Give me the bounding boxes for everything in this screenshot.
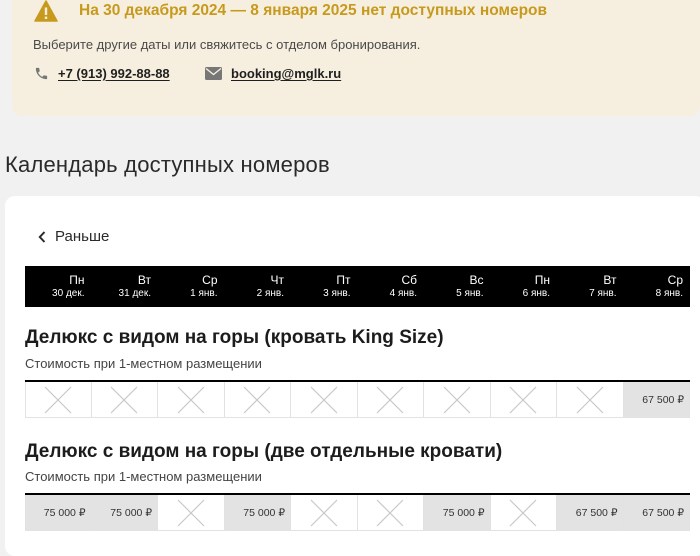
unavailable-x-icon [443,386,471,413]
price-row-2: 75 000 ₽75 000 ₽75 000 ₽75 000 ₽67 500 ₽… [25,493,690,531]
room-title-1: Делюкс с видом на горы (кровать King Siz… [25,327,444,348]
day-date: 5 янв. [456,287,484,299]
phone-link[interactable]: +7 (913) 992-88-88 [58,66,170,81]
day-weekday: Ср [202,273,218,288]
day-header-cell: Ср 8 янв. [624,266,691,307]
price-cell[interactable]: 67 500 ₽ [557,495,624,531]
day-weekday: Вс [469,273,484,288]
email-link[interactable]: booking@mglk.ru [231,66,341,81]
price-cell[interactable]: 75 000 ₽ [424,495,491,531]
day-date: 4 янв. [389,287,417,299]
day-weekday: Пн [534,273,550,288]
unavailable-cell [91,382,158,418]
price-cell[interactable]: 67 500 ₽ [623,382,690,418]
price-cell[interactable]: 75 000 ₽ [224,495,291,531]
day-date: 7 янв. [589,287,617,299]
warning-icon [34,0,58,22]
day-header-cell: Пн 6 янв. [491,266,558,307]
mail-icon [205,67,222,80]
day-date: 2 янв. [256,287,284,299]
day-header-cell: Ср 1 янв. [158,266,225,307]
prev-dates-label: Раньше [55,228,110,245]
unavailable-cell [291,495,358,531]
unavailable-cell [291,382,358,418]
unavailable-x-icon [376,499,404,526]
day-weekday: Ср [667,273,683,288]
day-date: 8 янв. [655,287,683,299]
unavailable-cell [158,495,225,531]
unavailable-x-icon [310,386,338,413]
day-date: 1 янв. [190,287,218,299]
availability-alert: На 30 декабря 2024 — 8 января 2025 нет д… [12,0,700,116]
unavailable-x-icon [376,386,404,413]
email-contact: booking@mglk.ru [205,66,341,81]
unavailable-x-icon [110,386,138,413]
unavailable-cell [25,382,92,418]
price-cell[interactable]: 75 000 ₽ [25,495,92,531]
phone-contact: +7 (913) 992-88-88 [34,66,170,81]
day-date: 31 дек. [118,287,151,299]
prev-dates-button[interactable]: Раньше [38,228,109,245]
unavailable-x-icon [509,386,537,413]
unavailable-x-icon [177,499,205,526]
day-weekday: Пт [336,273,351,288]
day-header-cell: Вс 5 янв. [424,266,491,307]
day-header-cell: Пн 30 дек. [25,266,92,307]
price-row-1: 67 500 ₽ [25,380,690,418]
day-header-cell: Вт 31 дек. [92,266,159,307]
day-header-cell: Чт 2 янв. [225,266,292,307]
unavailable-cell [158,382,225,418]
unavailable-x-icon [44,386,72,413]
day-weekday: Чт [270,273,285,288]
unavailable-x-icon [576,386,604,413]
unavailable-cell [357,382,424,418]
unavailable-x-icon [509,499,537,526]
day-weekday: Сб [401,273,417,288]
unavailable-cell [557,382,624,418]
phone-icon [35,67,48,80]
unavailable-cell [357,495,424,531]
day-weekday: Вт [603,273,617,288]
unavailable-cell [424,382,491,418]
day-weekday: Пн [69,273,85,288]
chevron-left-icon [38,230,46,243]
unavailable-cell [224,382,291,418]
unavailable-cell [490,495,557,531]
price-cell[interactable]: 67 500 ₽ [623,495,690,531]
day-date: 30 дек. [52,287,85,299]
unavailable-x-icon [310,499,338,526]
unavailable-cell [490,382,557,418]
unavailable-x-icon [243,386,271,413]
room-price-note-2: Стоимость при 1-местном размещении [25,469,262,484]
day-date: 6 янв. [522,287,550,299]
alert-title: На 30 декабря 2024 — 8 января 2025 нет д… [79,2,548,19]
day-header-row: Пн 30 дек. Вт 31 дек. Ср 1 янв. Чт 2 янв. Пт 3 ян… [25,266,690,307]
price-cell[interactable]: 75 000 ₽ [91,495,158,531]
section-title: Календарь доступных номеров [5,152,330,177]
unavailable-x-icon [177,386,205,413]
day-header-cell: Вт 7 янв. [557,266,624,307]
day-date: 3 янв. [323,287,351,299]
day-header-cell: Сб 4 янв. [358,266,425,307]
alert-text: Выберите другие даты или свяжитесь с отд… [33,37,421,52]
room-price-note-1: Стоимость при 1-местном размещении [25,356,262,371]
room-title-2: Делюкс с видом на горы (две отдельные кр… [25,441,503,462]
day-weekday: Вт [137,273,151,288]
day-header-cell: Пт 3 янв. [291,266,358,307]
